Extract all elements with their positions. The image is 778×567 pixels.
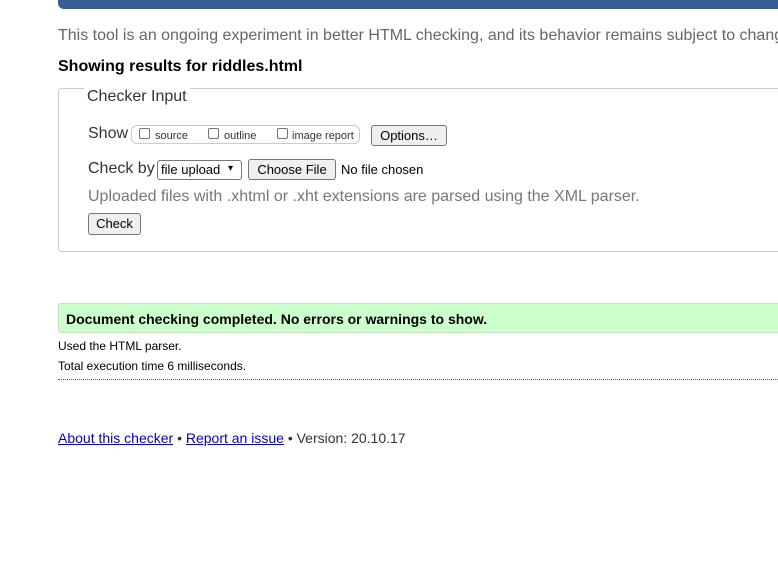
source-checkbox[interactable] [139,128,150,139]
footer-separator: • [177,430,182,446]
outline-checkbox-label[interactable]: outline [224,130,256,142]
no-file-chosen-text: No file chosen [341,162,424,177]
report-issue-link[interactable]: Report an issue [186,430,284,446]
results-heading: Showing results for riddles.html [58,58,303,75]
success-message: Document checking completed. No errors o… [66,311,488,327]
chevron-down-icon: ▾ [228,163,234,174]
source-checkbox-label[interactable]: source [155,130,188,142]
outline-checkbox[interactable] [208,128,219,139]
check-button[interactable]: Check [88,213,141,235]
about-checker-link[interactable]: About this checker [58,430,173,446]
divider [58,379,778,380]
image-report-checkbox-label[interactable]: image report [292,130,354,142]
image-report-checkbox[interactable] [277,128,288,139]
options-button[interactable]: Options… [371,125,447,146]
xml-parser-note: Uploaded files with .xhtml or .xht exten… [88,188,640,205]
intro-text: This tool is an ongoing experiment in be… [58,27,778,44]
header-bar [58,0,778,9]
footer-separator: • [287,430,293,446]
choose-file-button[interactable]: Choose File [248,159,336,180]
parser-info: Used the HTML parser. [58,339,182,353]
footer: About this checker • Report an issue • V… [58,430,406,446]
version-text: Version: 20.10.17 [296,430,406,446]
check-by-label: Check by [88,160,155,177]
execution-time: Total execution time 6 milliseconds. [58,359,247,373]
show-label: Show [88,125,129,142]
checker-input-legend: Checker Input [84,88,190,106]
